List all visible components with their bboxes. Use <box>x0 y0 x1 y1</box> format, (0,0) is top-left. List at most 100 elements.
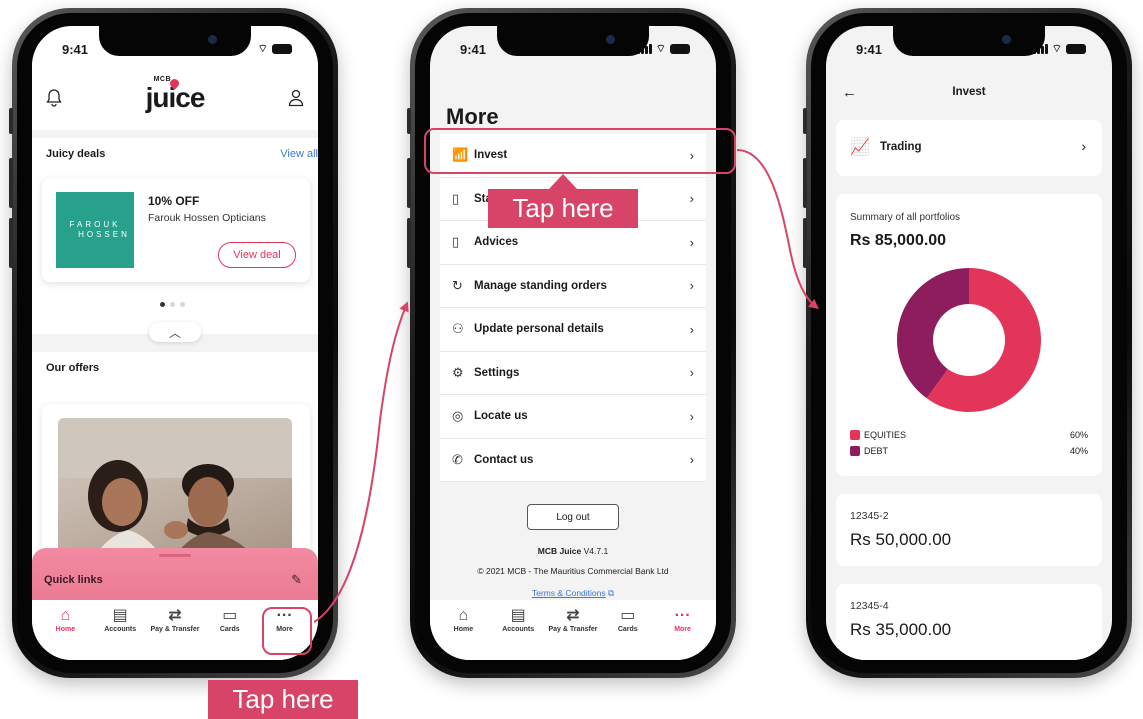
drawer-handle[interactable] <box>159 554 191 557</box>
chevron-right-icon: › <box>689 452 694 468</box>
legend-swatch-debt <box>850 446 860 456</box>
quick-links-drawer[interactable]: Quick links ✎ <box>32 548 318 600</box>
collapse-button[interactable]: ︿ <box>149 322 201 342</box>
home-screen: 9:41 ⌔ MCB juice Juicy deals View all FA… <box>32 26 318 660</box>
terms-row: Terms & Conditions ⧉ <box>430 588 716 599</box>
tab-bar: ⌂ Home ▤ Accounts ⇄ Pay & Transfer ▭ Cards ·… <box>430 600 716 660</box>
our-offers-title: Our offers <box>46 362 100 374</box>
card-icon: ▭ <box>620 607 636 624</box>
location-icon: ◎ <box>452 408 464 424</box>
portfolio-card-2[interactable]: 12345-4 Rs 35,000.00 <box>836 584 1102 660</box>
statement-icon: ▯ <box>452 190 460 206</box>
volume-up-button <box>9 158 13 208</box>
tab-pay-transfer[interactable]: ⇄ Pay & Transfer <box>546 606 600 660</box>
external-link-icon[interactable]: ⧉ <box>608 588 614 598</box>
summary-label: Summary of all portfolios <box>850 212 961 223</box>
deal-discount: 10% OFF <box>148 194 200 208</box>
phone-more: 9:41 ⌔ More 📶Invest› ▯Statements› ▯Advic… <box>407 8 736 678</box>
accounts-icon: ▤ <box>112 607 128 624</box>
legend-label-debt: DEBT <box>864 446 889 456</box>
back-arrow-icon[interactable]: ← <box>842 84 857 101</box>
chevron-right-icon: › <box>1081 138 1086 154</box>
legend-debt: DEBT 40% <box>850 446 1088 456</box>
tab-pay-transfer[interactable]: ⇄ Pay & Transfer <box>148 606 202 660</box>
pencil-icon[interactable]: ✎ <box>291 572 302 588</box>
view-all-link[interactable]: View all <box>280 148 318 160</box>
notch <box>497 26 649 56</box>
phone-icon: ✆ <box>452 451 463 467</box>
legend-value-equities: 60% <box>1069 430 1088 440</box>
bell-icon[interactable] <box>46 89 62 107</box>
highlight-more-tab <box>262 607 312 655</box>
deal-card[interactable]: FAROUK HOSSEN 10% OFF Farouk Hossen Opti… <box>42 178 310 282</box>
settings-icon: ⚙ <box>452 364 464 380</box>
volume-up-button <box>803 158 807 208</box>
legend-label-equities: EQUITIES <box>864 430 907 440</box>
portfolio-id: 12345-4 <box>850 600 889 612</box>
status-icons: ⌔ <box>258 42 292 56</box>
battery-icon <box>272 44 292 54</box>
person-icon: ⚇ <box>452 321 464 337</box>
home-icon: ⌂ <box>60 607 71 624</box>
advice-icon: ▯ <box>452 234 460 250</box>
volume-up-button <box>407 158 411 208</box>
battery-icon <box>670 44 690 54</box>
status-time: 9:41 <box>62 41 89 57</box>
portfolio-value: Rs 50,000.00 <box>850 530 952 549</box>
volume-down-button <box>407 218 411 268</box>
menu-item-locate-us[interactable]: ◎ Locate us › <box>440 395 706 439</box>
wifi-icon: ⌔ <box>257 43 268 55</box>
tab-home[interactable]: ⌂ Home <box>38 606 92 660</box>
mcb-juice-logo: MCB juice <box>145 76 206 113</box>
portfolio-donut-chart <box>897 268 1041 412</box>
chevron-right-icon: › <box>689 321 694 337</box>
tab-cards[interactable]: ▭ Cards <box>601 606 655 660</box>
card-icon: ▭ <box>222 607 238 624</box>
more-screen: 9:41 ⌔ More 📶Invest› ▯Statements› ▯Advic… <box>430 26 716 660</box>
carousel-dots <box>160 302 185 307</box>
tab-cards[interactable]: ▭ Cards <box>203 606 257 660</box>
home-icon: ⌂ <box>458 607 469 624</box>
invest-header: ← Invest <box>826 66 1112 118</box>
trading-row[interactable]: 📈 Trading › <box>836 120 1102 176</box>
merchant-logo: FAROUK HOSSEN <box>56 192 134 268</box>
mute-switch <box>407 108 411 134</box>
tab-accounts[interactable]: ▤ Accounts <box>93 606 147 660</box>
view-deal-button[interactable]: View deal <box>218 242 296 268</box>
portfolio-value: Rs 35,000.00 <box>850 620 952 639</box>
app-version: MCB Juice V4.7.1 <box>537 546 609 556</box>
notch <box>99 26 251 56</box>
trading-label: Trading <box>880 141 922 153</box>
tab-more[interactable]: ··· More <box>656 606 710 660</box>
menu-item-standing-orders[interactable]: ↻ Manage standing orders › <box>440 264 706 308</box>
battery-icon <box>1066 44 1086 54</box>
tab-home[interactable]: ⌂ Home <box>436 606 490 660</box>
chevron-right-icon: › <box>689 234 694 250</box>
chevron-right-icon: › <box>689 408 694 424</box>
menu-item-settings[interactable]: ⚙ Settings › <box>440 351 706 395</box>
mute-switch <box>9 108 13 134</box>
tap-here-callout-middle: Tap here <box>488 189 638 228</box>
portfolio-card-1[interactable]: 12345-2 Rs 50,000.00 <box>836 494 1102 566</box>
menu-item-contact-us[interactable]: ✆ Contact us › <box>440 438 706 482</box>
volume-down-button <box>803 218 807 268</box>
juicy-deals-section: Juicy deals View all FAROUK HOSSEN 10% O… <box>32 138 318 334</box>
chevron-right-icon: › <box>689 191 694 207</box>
accounts-icon: ▤ <box>510 607 526 624</box>
page-title: Invest <box>952 86 986 98</box>
home-header: MCB juice <box>32 66 318 130</box>
profile-icon[interactable] <box>288 89 304 107</box>
legend-equities: EQUITIES 60% <box>850 430 1088 440</box>
logout-button[interactable]: Log out <box>527 504 619 530</box>
callout-pointer <box>548 174 578 190</box>
legend-swatch-equities <box>850 430 860 440</box>
tab-accounts[interactable]: ▤ Accounts <box>491 606 545 660</box>
status-time: 9:41 <box>856 41 883 57</box>
transfer-icon: ⇄ <box>168 607 182 624</box>
highlight-invest-row <box>424 128 736 174</box>
menu-item-personal-details[interactable]: ⚇ Update personal details › <box>440 308 706 352</box>
portfolio-id: 12345-2 <box>850 510 889 522</box>
terms-link[interactable]: Terms & Conditions <box>532 588 606 598</box>
chevron-right-icon: › <box>689 365 694 381</box>
tap-here-callout-bottom: Tap here <box>208 680 358 719</box>
